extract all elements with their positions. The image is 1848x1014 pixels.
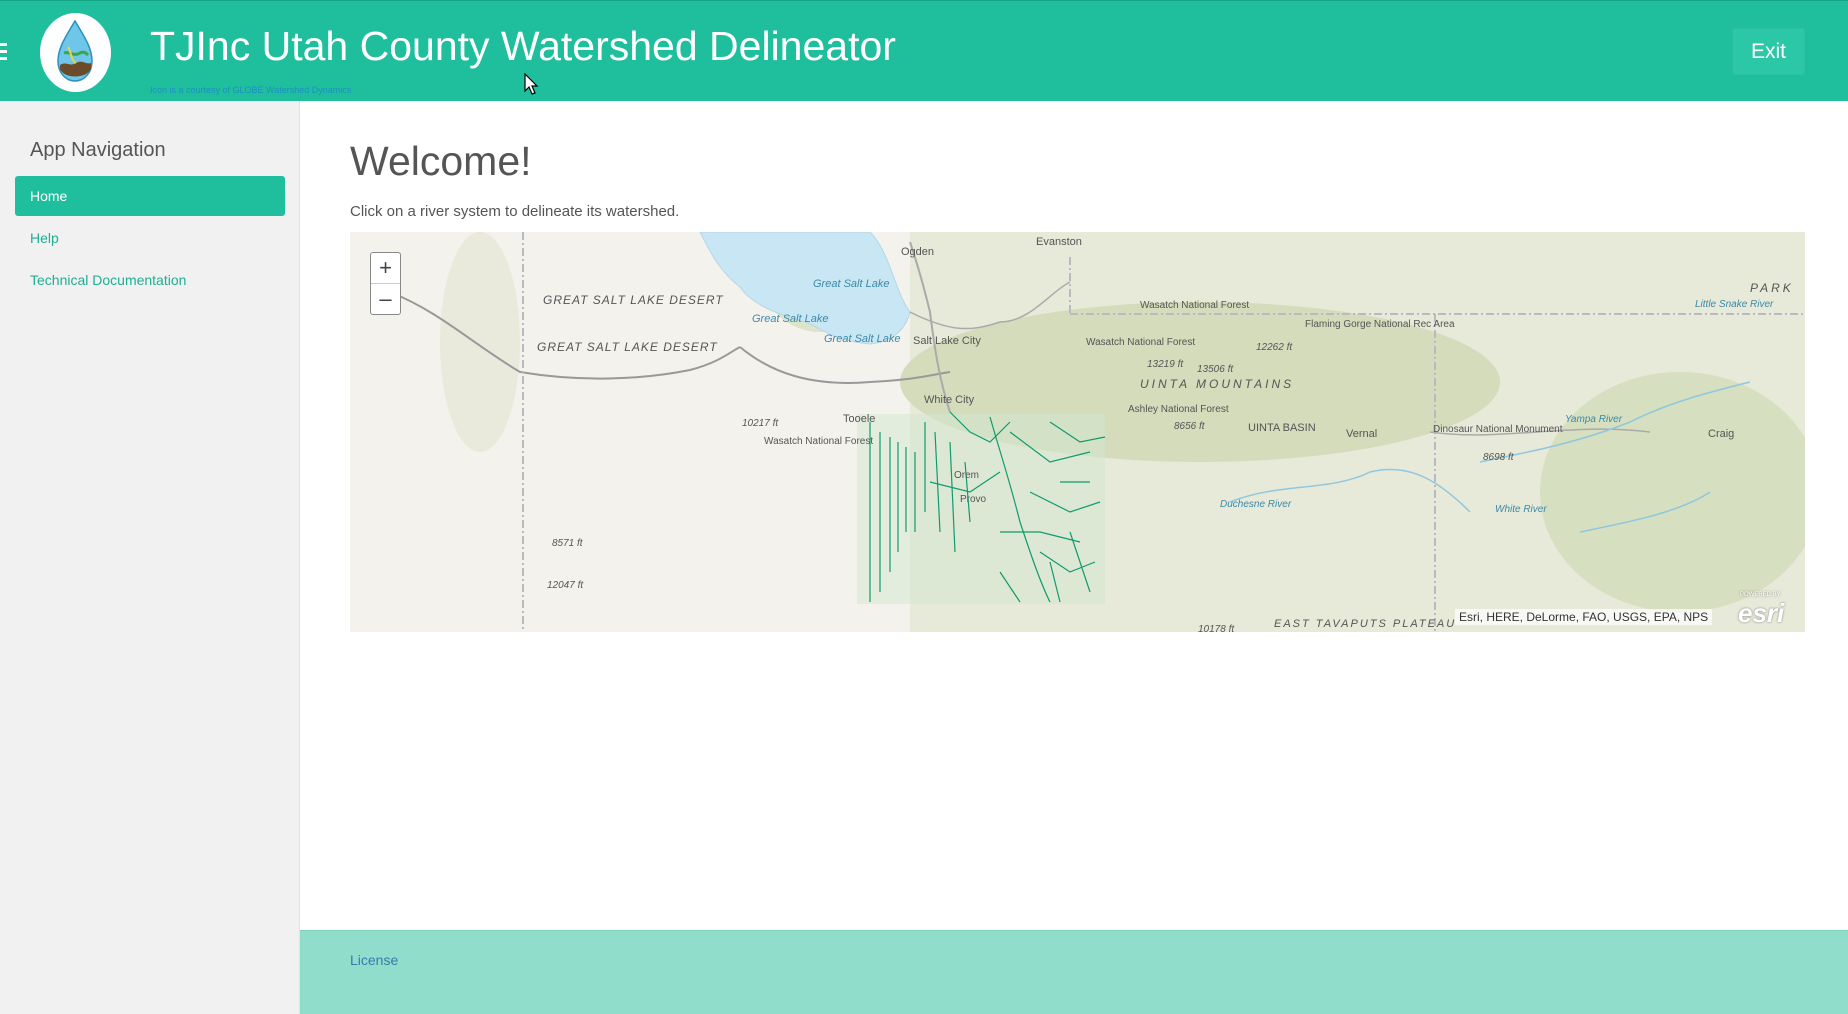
instruction-text: Click on a river system to delineate its…	[350, 203, 680, 220]
map-label: Provo	[960, 494, 987, 505]
menu-icon[interactable]	[0, 43, 7, 61]
map-label: UINTA MOUNTAINS	[1140, 377, 1294, 391]
zoom-in-button[interactable]: +	[371, 253, 400, 284]
map-label: 13219 ft	[1147, 359, 1184, 370]
sidebar: App Navigation Home Help Technical Docum…	[0, 101, 300, 1014]
map-label: Ogden	[901, 246, 934, 258]
map-label: Evanston	[1036, 236, 1082, 248]
map-label: PARK	[1750, 281, 1794, 295]
map-label: 10178 ft	[1198, 624, 1235, 632]
map-label: Yampa River	[1565, 414, 1623, 425]
app-subtitle[interactable]: Icon is a courtesy of GLOBE Watershed Dy…	[150, 85, 351, 95]
map-label: EAST TAVAPUTS PLATEAU	[1274, 618, 1456, 630]
zoom-control: + –	[370, 252, 401, 315]
map-label: 12047 ft	[547, 580, 584, 591]
exit-button[interactable]: Exit	[1732, 28, 1805, 75]
map-label: UINTA BASIN	[1248, 422, 1316, 434]
map-label: Little Snake River	[1695, 299, 1774, 310]
map-view[interactable]: GREAT SALT LAKE DESERT GREAT SALT LAKE D…	[350, 232, 1805, 632]
map-label: Wasatch National Forest	[1086, 337, 1195, 348]
map-label: GREAT SALT LAKE DESERT	[543, 293, 724, 307]
map-label: 8698 ft	[1483, 452, 1515, 463]
nav-title: App Navigation	[30, 139, 166, 161]
footer: License	[300, 930, 1848, 1014]
mouse-cursor-icon	[524, 73, 539, 95]
basemap[interactable]: GREAT SALT LAKE DESERT GREAT SALT LAKE D…	[350, 232, 1805, 632]
map-label: Orem	[954, 470, 979, 481]
map-label: Wasatch National Forest	[764, 436, 873, 447]
license-link[interactable]: License	[350, 952, 398, 968]
map-label: Salt Lake City	[913, 335, 981, 347]
nav-item-technical-documentation[interactable]: Technical Documentation	[15, 260, 285, 300]
map-label: GREAT SALT LAKE DESERT	[537, 340, 718, 354]
map-label: Great Salt Lake	[824, 333, 900, 345]
map-label: White River	[1495, 504, 1547, 515]
app-header: TJInc Utah County Watershed Delineator I…	[0, 0, 1848, 101]
map-label: 10217 ft	[742, 418, 779, 429]
map-label: Wasatch National Forest	[1140, 300, 1249, 311]
map-label: White City	[924, 394, 975, 406]
nav-item-help[interactable]: Help	[15, 218, 285, 258]
page-title: Welcome!	[350, 138, 532, 184]
map-label: Great Salt Lake	[752, 313, 828, 325]
map-label: Flaming Gorge National Rec Area	[1305, 319, 1455, 330]
map-label: Ashley National Forest	[1128, 404, 1229, 415]
map-label: Vernal	[1346, 428, 1377, 440]
map-label: 8571 ft	[552, 538, 584, 549]
nav-item-home[interactable]: Home	[15, 176, 285, 216]
app-title: TJInc Utah County Watershed Delineator	[150, 23, 896, 69]
app-logo[interactable]	[40, 13, 111, 92]
map-label: Great Salt Lake	[813, 278, 889, 290]
map-label: Duchesne River	[1220, 499, 1292, 510]
map-label: 13506 ft	[1197, 364, 1234, 375]
map-label: Tooele	[843, 413, 875, 425]
map-attribution: Esri, HERE, DeLorme, FAO, USGS, EPA, NPS	[1455, 609, 1713, 625]
map-label: Dinosaur National Monument	[1433, 424, 1563, 435]
map-label: Craig	[1708, 428, 1734, 440]
zoom-out-button[interactable]: –	[371, 284, 400, 314]
map-label: 8656 ft	[1174, 421, 1206, 432]
esri-logo[interactable]: esri	[1738, 598, 1784, 629]
map-label: 12262 ft	[1256, 342, 1293, 353]
